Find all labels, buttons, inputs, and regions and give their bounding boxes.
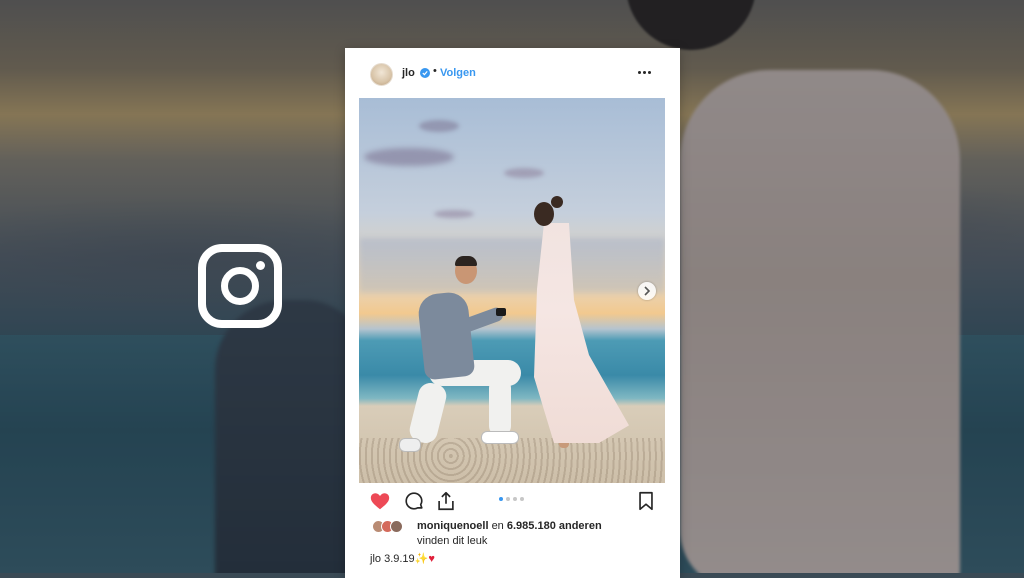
avatar: [390, 520, 403, 533]
photo-cloud: [434, 210, 474, 218]
share-icon[interactable]: [435, 490, 457, 512]
photo-horizon: [359, 238, 665, 293]
likes-summary: moniquenoell en 6.985.180 anderen vinden…: [345, 518, 680, 550]
next-arrow-icon[interactable]: [638, 282, 656, 300]
verified-icon: [420, 68, 430, 78]
bookmark-icon[interactable]: [635, 490, 657, 512]
post-photo[interactable]: [359, 98, 665, 483]
photo-cloud: [364, 148, 454, 166]
instagram-post-card: jlo • Volgen moniquenoell en 6.985.180 a…: [345, 48, 680, 578]
carousel-dot: [506, 497, 510, 501]
photo-shoe: [481, 431, 519, 444]
photo-shoe: [399, 438, 421, 452]
carousel-dot: [499, 497, 503, 501]
heart-emoji-icon: ♥: [428, 553, 435, 565]
likes-suffix: vinden dit leuk: [417, 535, 488, 547]
photo-woman-bun: [551, 196, 563, 208]
post-caption: jlo 3.9.19✨♥: [370, 552, 435, 565]
carousel-dot: [513, 497, 517, 501]
instagram-logo-dot: [256, 261, 265, 270]
photo-cloud: [504, 168, 544, 178]
comment-icon[interactable]: [403, 490, 425, 512]
avatar[interactable]: [370, 63, 393, 86]
photo-man-leg: [489, 378, 511, 436]
photo-woman-head: [534, 202, 554, 226]
sparkle-icon: ✨: [414, 553, 429, 565]
likes-text: moniquenoell en 6.985.180 anderen vinden…: [417, 519, 667, 549]
likes-connector: en: [491, 520, 504, 532]
photo-man-body: [416, 290, 476, 381]
first-liker-link[interactable]: moniquenoell: [417, 520, 489, 532]
instagram-logo-lens: [221, 267, 259, 305]
follow-button[interactable]: Volgen: [440, 67, 476, 79]
liker-avatars: [372, 520, 412, 534]
carousel-dot: [520, 497, 524, 501]
post-username[interactable]: jlo: [402, 67, 415, 79]
photo-man-leg: [407, 380, 449, 446]
likes-count-link[interactable]: 6.985.180 anderen: [507, 520, 602, 532]
instagram-logo-icon: [198, 244, 282, 328]
caption-username[interactable]: jlo: [370, 553, 381, 565]
caption-date: 3.9.19: [384, 553, 415, 565]
photo-man-hair: [455, 256, 477, 266]
more-icon[interactable]: [638, 71, 652, 75]
post-header: jlo • Volgen: [345, 48, 680, 98]
post-actions: [345, 488, 680, 514]
carousel-indicator: [499, 497, 527, 501]
photo-cloud: [419, 120, 459, 132]
heart-icon[interactable]: [369, 490, 391, 512]
photo-ring-box: [496, 308, 506, 316]
header-separator: •: [433, 65, 437, 77]
